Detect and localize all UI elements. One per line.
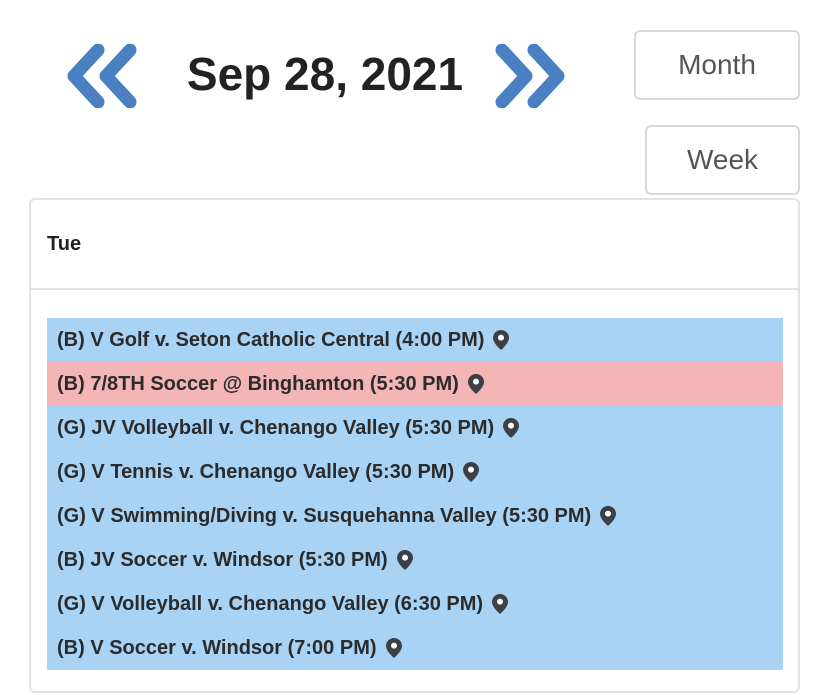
event-title: (G) V Volleyball v. Chenango Valley (6:3… <box>57 593 484 615</box>
map-pin-icon[interactable] <box>467 374 484 394</box>
week-view-button[interactable]: Week <box>645 125 800 195</box>
day-panel: Tue (B) V Golf v. Seton Catholic Central… <box>29 198 800 693</box>
event-title: (B) JV Soccer v. Windsor (5:30 PM) <box>57 549 388 571</box>
event-title: (G) V Swimming/Diving v. Susquehanna Val… <box>57 505 592 527</box>
event-title: (B) 7/8TH Soccer @ Binghamton (5:30 PM) <box>57 373 459 395</box>
event-item[interactable]: (B) V Soccer v. Windsor (7:00 PM) <box>47 626 783 670</box>
next-date-button[interactable] <box>492 44 568 108</box>
current-date: Sep 28, 2021 <box>186 48 464 100</box>
double-chevron-right-icon <box>495 44 565 108</box>
event-item[interactable]: (B) 7/8TH Soccer @ Binghamton (5:30 PM) <box>47 362 783 406</box>
map-pin-icon[interactable] <box>493 330 510 350</box>
map-pin-icon[interactable] <box>503 418 520 438</box>
event-item[interactable]: (G) V Tennis v. Chenango Valley (5:30 PM… <box>47 450 783 494</box>
map-pin-icon[interactable] <box>396 550 413 570</box>
event-item[interactable]: (G) V Volleyball v. Chenango Valley (6:3… <box>47 582 783 626</box>
event-item[interactable]: (B) JV Soccer v. Windsor (5:30 PM) <box>47 538 783 582</box>
month-view-button[interactable]: Month <box>634 30 800 100</box>
event-item[interactable]: (G) V Swimming/Diving v. Susquehanna Val… <box>47 494 783 538</box>
event-item[interactable]: (B) V Golf v. Seton Catholic Central (4:… <box>47 318 783 362</box>
event-title: (B) V Golf v. Seton Catholic Central (4:… <box>57 329 485 351</box>
map-pin-icon[interactable] <box>385 638 402 658</box>
map-pin-icon[interactable] <box>492 594 509 614</box>
day-header: Tue <box>31 200 798 290</box>
event-list: (B) V Golf v. Seton Catholic Central (4:… <box>47 318 783 670</box>
event-title: (G) V Tennis v. Chenango Valley (5:30 PM… <box>57 461 455 483</box>
event-title: (G) JV Volleyball v. Chenango Valley (5:… <box>57 417 495 439</box>
prev-date-button[interactable] <box>64 44 140 108</box>
map-pin-icon[interactable] <box>463 462 480 482</box>
map-pin-icon[interactable] <box>600 506 617 526</box>
double-chevron-left-icon <box>67 44 137 108</box>
event-item[interactable]: (G) JV Volleyball v. Chenango Valley (5:… <box>47 406 783 450</box>
event-title: (B) V Soccer v. Windsor (7:00 PM) <box>57 637 377 659</box>
